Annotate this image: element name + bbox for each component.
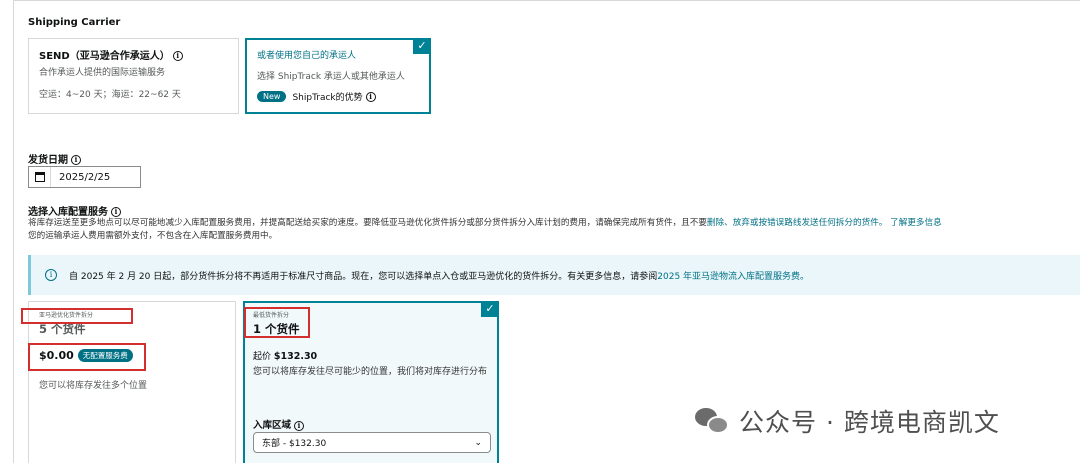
- shiptrack-row: New ShipTrack的优势 i: [257, 90, 419, 103]
- watermark-text: 公众号 · 跨境电商凯文: [739, 408, 1000, 437]
- new-badge: New: [257, 91, 287, 102]
- ship-date-label-text: 发货日期: [28, 155, 68, 166]
- highlight-box: [21, 308, 133, 324]
- fee-info-link[interactable]: 2025 年亚马逊物流入库配置服务费。: [657, 269, 809, 282]
- send-carrier-card[interactable]: SEND（亚马逊合作承运人） i 合作承运人提供的国际运输服务 空运：4~20 天…: [28, 38, 239, 114]
- send-card-subtitle: 合作承运人提供的国际运输服务: [39, 68, 166, 78]
- ship-date-label: 发货日期 i: [28, 151, 81, 166]
- amazon-optimized-option[interactable]: 亚马逊优化货件拆分 5 个货件 $0.00 无配置服务费 您可以将库存发往多个位…: [28, 301, 236, 463]
- wechat-icon: [695, 406, 731, 436]
- minimal-option-desc: 您可以将库存发往尽可能少的位置，我们将对库存进行分布: [253, 367, 488, 377]
- region-label: 入库区域 i: [253, 417, 305, 431]
- placement-desc-text: 将库存运送至更多地点可以尽可能地减少入库配置服务费用，并提高配送给买家的速度。要…: [28, 218, 707, 228]
- info-icon[interactable]: i: [71, 155, 81, 165]
- price-prefix: 起价: [253, 352, 272, 362]
- info-icon[interactable]: i: [111, 207, 121, 217]
- highlight-box: [28, 343, 146, 371]
- watermark: 公众号 · 跨境电商凯文: [695, 403, 1000, 439]
- check-icon: ✓: [481, 301, 499, 317]
- send-card-title: SEND（亚马逊合作承运人） i: [39, 47, 228, 62]
- placement-service-title: 选择入库配置服务 i: [28, 203, 121, 218]
- ship-date-value: 2025/2/25: [59, 171, 111, 183]
- notice-text: 自 2025 年 2 月 20 日起，部分货件拆分将不再适用于标准尺寸商品。现在…: [69, 271, 658, 282]
- info-icon[interactable]: i: [294, 420, 305, 431]
- placement-description: 将库存运送至更多地点可以尽可能地减少入库配置服务费用，并提高配送给买家的速度。要…: [28, 217, 1073, 243]
- info-icon[interactable]: i: [365, 91, 376, 102]
- shiptrack-benefit-link[interactable]: ShipTrack的优势: [292, 90, 362, 103]
- price-value: $132.30: [273, 351, 318, 362]
- amazon-option-note: 您可以将库存发往多个位置: [39, 381, 148, 391]
- region-select[interactable]: 东部 - $132.30 ⌄: [253, 432, 491, 453]
- own-card-subtitle: 选择 ShipTrack 承运人或其他承运人: [257, 72, 405, 82]
- send-card-title-text: SEND（亚马逊合作承运人）: [39, 51, 170, 62]
- notice-banner: i 自 2025 年 2 月 20 日起，部分货件拆分将不再适用于标准尺寸商品。…: [28, 255, 1080, 295]
- placement-desc-line2: 您的运输承运人费用需额外支付，不包含在入库配置服务费用中。: [28, 231, 278, 241]
- learn-more-link[interactable]: 了解更多信息: [890, 218, 942, 228]
- check-icon: ✓: [413, 38, 431, 54]
- region-label-text: 入库区域: [253, 420, 292, 431]
- region-select-value: 东部 - $132.30: [262, 439, 327, 449]
- own-carrier-card[interactable]: ✓ 或者使用您自己的承运人 选择 ShipTrack 承运人或其他承运人 New…: [245, 38, 431, 114]
- content-frame: [13, 0, 1080, 4]
- minimal-option-price: 起价 $132.30: [253, 349, 317, 362]
- send-card-transit: 空运：4~20 天；海运：22~62 天: [39, 90, 181, 100]
- info-icon: i: [45, 269, 57, 281]
- delete-abandon-link[interactable]: 删除、放弃或按错误路线发送任何拆分的货件。: [707, 218, 887, 228]
- own-card-title: 或者使用您自己的承运人: [257, 51, 357, 61]
- ship-date-input[interactable]: 2025/2/25: [28, 166, 141, 188]
- chevron-down-icon: ⌄: [474, 437, 482, 448]
- highlight-box: [244, 307, 310, 338]
- info-icon[interactable]: i: [172, 51, 183, 61]
- calendar-icon[interactable]: [29, 167, 51, 187]
- content-frame-left: [13, 0, 14, 463]
- shipping-carrier-title: Shipping Carrier: [28, 17, 121, 28]
